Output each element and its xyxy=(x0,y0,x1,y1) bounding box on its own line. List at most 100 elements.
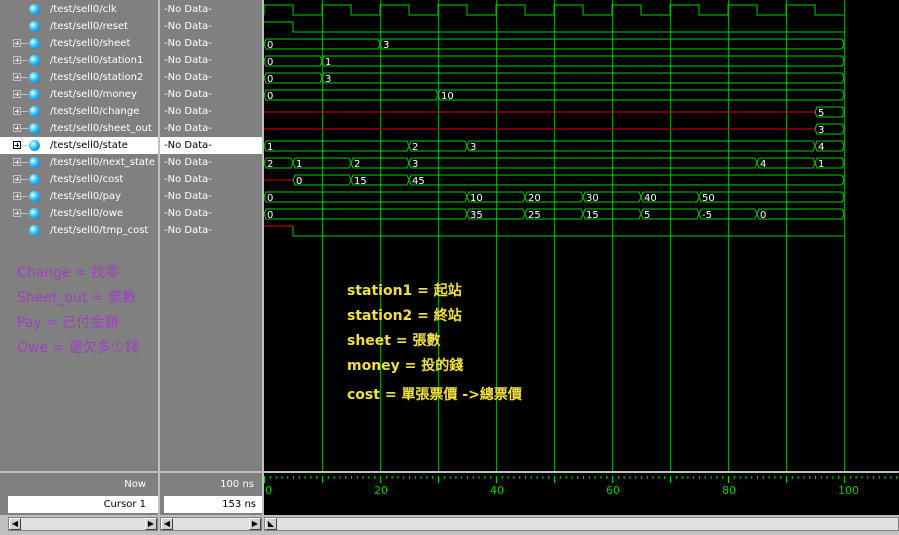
station1-bus-segment xyxy=(321,55,845,67)
expand-icon[interactable] xyxy=(13,73,21,81)
signal-value[interactable]: -No Data- xyxy=(160,171,262,188)
money-bus-segment xyxy=(437,89,845,101)
signal-row[interactable]: /test/sell0/change xyxy=(0,103,158,120)
signal-value[interactable]: -No Data- xyxy=(160,222,262,239)
pay-bus-segment xyxy=(264,191,468,203)
signal-row[interactable]: /test/sell0/sheet_out xyxy=(0,120,158,137)
scroll-right-icon[interactable]: ▶ xyxy=(145,518,157,530)
signal-name: /test/sell0/clk xyxy=(50,4,117,15)
signal-value[interactable]: -No Data- xyxy=(160,188,262,205)
clk-wave xyxy=(264,4,844,16)
expand-icon[interactable] xyxy=(13,124,21,132)
signal-value[interactable]: -No Data- xyxy=(160,103,262,120)
signal-name: /test/sell0/change xyxy=(50,106,140,117)
note-station2: station2 = 終站 xyxy=(347,308,462,324)
expand-icon[interactable] xyxy=(13,175,21,183)
signal-value[interactable]: -No Data- xyxy=(160,120,262,137)
signal-name: /test/sell0/station2 xyxy=(50,72,144,83)
money-bus-segment xyxy=(264,89,439,101)
signal-value[interactable]: -No Data- xyxy=(160,69,262,86)
expand-icon[interactable] xyxy=(13,192,21,200)
expand-icon[interactable] xyxy=(13,141,21,149)
next_state-bus-value: 1 xyxy=(296,159,302,170)
owe-bus-value: 0 xyxy=(760,210,766,221)
next_state-bus-segment xyxy=(408,157,758,169)
state-bus-value: 4 xyxy=(818,142,824,153)
signal-icon xyxy=(29,72,40,83)
tree-line xyxy=(21,77,28,78)
expand-icon[interactable] xyxy=(13,158,21,166)
note-sheet: sheet = 張數 xyxy=(347,333,441,349)
cursor-row[interactable]: Cursor 1 xyxy=(8,496,158,513)
signal-row[interactable]: /test/sell0/station1 xyxy=(0,52,158,69)
signal-row[interactable]: /test/sell0/sheet xyxy=(0,35,158,52)
pay-bus-value: 0 xyxy=(267,193,273,204)
signal-row[interactable]: /test/sell0/station2 xyxy=(0,69,158,86)
state-bus-value: 2 xyxy=(412,142,418,153)
cursor-name-pane: Now Cursor 1 xyxy=(0,473,158,515)
pay-bus-value: 10 xyxy=(470,193,483,204)
signal-row[interactable]: /test/sell0/tmp_cost xyxy=(0,222,158,239)
note-pay: Pay = 已付金額 xyxy=(17,315,119,331)
next_state-bus-value: 1 xyxy=(818,159,824,170)
signal-row[interactable]: /test/sell0/clk xyxy=(0,1,158,18)
scroll-left-icon[interactable]: ◀ xyxy=(161,518,173,530)
tree-line xyxy=(21,128,28,129)
tree-line xyxy=(21,111,28,112)
signal-value[interactable]: -No Data- xyxy=(160,154,262,171)
expand-icon[interactable] xyxy=(13,39,21,47)
time-ruler-canvas: 0 20 40 60 80 100 xyxy=(264,476,898,497)
now-label: Now xyxy=(124,479,146,490)
expand-icon[interactable] xyxy=(13,90,21,98)
scroll-right-icon[interactable]: ▶ xyxy=(249,518,261,530)
next_state-bus-value: 4 xyxy=(760,159,766,170)
owe-bus-value: 15 xyxy=(586,210,599,221)
value-pane-scrollbar[interactable]: ◀ ▶ xyxy=(160,517,262,531)
signal-row[interactable]: /test/sell0/pay xyxy=(0,188,158,205)
signal-value[interactable]: -No Data- xyxy=(160,205,262,222)
signal-row[interactable]: /test/sell0/state xyxy=(0,137,158,154)
signal-name: /test/sell0/sheet xyxy=(50,38,131,49)
signal-value[interactable]: -No Data- xyxy=(160,52,262,69)
time-ruler[interactable]: 0 20 40 60 80 100 xyxy=(264,473,899,515)
expand-icon[interactable] xyxy=(13,107,21,115)
signal-row[interactable]: /test/sell0/money xyxy=(0,86,158,103)
signal-value[interactable]: -No Data- xyxy=(160,18,262,35)
signal-icon xyxy=(29,157,40,168)
signal-row[interactable]: /test/sell0/reset xyxy=(0,18,158,35)
signal-icon xyxy=(29,38,40,49)
signal-row[interactable]: /test/sell0/next_state xyxy=(0,154,158,171)
cursor-value-row[interactable]: 153 ns xyxy=(164,496,262,513)
signal-value[interactable]: -No Data- xyxy=(160,35,262,52)
signal-name: /test/sell0/owe xyxy=(50,208,124,219)
note-sheet-out: Sheet_out = 票數 xyxy=(17,290,137,306)
name-pane-scrollbar[interactable]: ◀ ▶ xyxy=(8,517,158,531)
signal-name: /test/sell0/next_state xyxy=(50,157,156,168)
sheet_out-bus-value: 3 xyxy=(818,125,824,136)
signal-value-pane: -No Data- -No Data- -No Data- -No Data- -No … xyxy=(160,0,262,471)
expand-icon[interactable] xyxy=(13,56,21,64)
cursor-value: 153 ns xyxy=(222,499,256,510)
signal-icon xyxy=(29,21,40,32)
ruler-label: 60 xyxy=(606,484,620,497)
waveform-scrollbar[interactable]: ◣ xyxy=(264,517,899,531)
signal-icon xyxy=(29,123,40,134)
signal-value[interactable]: -No Data- xyxy=(160,86,262,103)
scroll-thumb-icon[interactable]: ◣ xyxy=(265,518,277,530)
cost-bus-value: 15 xyxy=(354,176,367,187)
expand-icon[interactable] xyxy=(13,209,21,217)
scroll-left-icon[interactable]: ◀ xyxy=(9,518,21,530)
signal-value[interactable]: -No Data- xyxy=(160,1,262,18)
next_state-bus-value: 3 xyxy=(412,159,418,170)
owe-bus-segment xyxy=(264,208,468,220)
signal-name: /test/sell0/tmp_cost xyxy=(50,225,149,236)
signal-value[interactable]: -No Data- xyxy=(160,137,262,154)
signal-row[interactable]: /test/sell0/owe xyxy=(0,205,158,222)
owe-bus-segment xyxy=(756,208,845,220)
signal-name: /test/sell0/sheet_out xyxy=(50,123,152,134)
tree-line xyxy=(21,94,28,95)
ruler-label: 20 xyxy=(374,484,388,497)
signal-row[interactable]: /test/sell0/cost xyxy=(0,171,158,188)
note-owe: Owe = 還欠多少錢 xyxy=(17,340,139,356)
now-value: 100 ns xyxy=(220,479,254,490)
